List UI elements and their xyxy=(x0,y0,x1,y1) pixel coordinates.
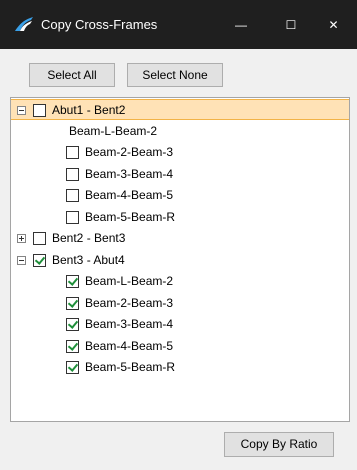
minimize-icon: — xyxy=(235,17,247,32)
tree-item-row[interactable]: Beam-L-Beam-2 xyxy=(11,271,349,292)
tree-item-row[interactable]: Beam-3-Beam-4 xyxy=(11,314,349,335)
checkbox-checked[interactable] xyxy=(66,318,79,331)
tree-item-label: Beam-L-Beam-2 xyxy=(69,123,158,138)
tree-item-label: Abut1 - Bent2 xyxy=(52,103,126,117)
select-all-button[interactable]: Select All xyxy=(29,63,115,87)
checkbox-checked[interactable] xyxy=(66,275,79,288)
tree-item-row[interactable]: Beam-2-Beam-3 xyxy=(11,293,349,314)
tree-item-label: Beam-3-Beam-4 xyxy=(85,317,174,331)
tree-item-label: Beam-3-Beam-4 xyxy=(85,166,174,181)
maximize-button[interactable]: ☐ xyxy=(266,0,316,49)
tree-item-label: Bent2 - Bent3 xyxy=(52,231,126,245)
tree-item-row[interactable]: Beam-L-Beam-2 xyxy=(11,121,349,142)
tree-item-row[interactable]: Beam-3-Beam-4 xyxy=(11,164,349,185)
collapse-minus-icon[interactable] xyxy=(17,255,26,265)
checkbox-unchecked[interactable] xyxy=(66,146,79,159)
tree-item-label: Beam-4-Beam-5 xyxy=(85,338,174,353)
checkbox-checked[interactable] xyxy=(66,339,79,353)
tree-item-label: Beam-2-Beam-3 xyxy=(85,295,174,310)
collapse-minus-icon[interactable] xyxy=(17,106,26,115)
checkbox-unchecked[interactable] xyxy=(33,104,46,117)
checkbox-checked[interactable] xyxy=(33,253,46,267)
tree-item-label: Beam-5-Beam-R xyxy=(85,209,176,224)
cross-frames-tree[interactable]: Abut1 - Bent2 Beam-L-Beam-2 Beam-2-Beam-3 B… xyxy=(10,97,350,422)
checkbox-unchecked[interactable] xyxy=(33,232,46,245)
title-bar: Copy Cross-Frames — ☐ ✕ xyxy=(0,0,357,49)
tree-item-label: Beam-4-Beam-5 xyxy=(85,188,174,202)
tree-item-label: Beam-5-Beam-R xyxy=(85,360,176,374)
tree-item-row[interactable]: Beam-5-Beam-R xyxy=(11,357,349,378)
tree-group-row[interactable]: Bent3 - Abut4 xyxy=(11,250,349,271)
checkbox-checked[interactable] xyxy=(66,361,79,374)
close-button[interactable]: ✕ xyxy=(310,0,357,49)
window-title: Copy Cross-Frames xyxy=(41,17,158,32)
maximize-icon: ☐ xyxy=(285,17,297,32)
checkbox-unchecked[interactable] xyxy=(66,167,79,181)
minimize-button[interactable]: — xyxy=(216,0,266,49)
checkbox-checked[interactable] xyxy=(66,296,79,310)
tree-item-row[interactable]: Beam-4-Beam-5 xyxy=(11,185,349,206)
checkbox-unchecked[interactable] xyxy=(66,210,79,224)
tree-group-row[interactable]: Abut1 - Bent2 xyxy=(11,99,349,120)
app-logo-icon xyxy=(15,17,33,31)
tree-item-row[interactable]: Beam-4-Beam-5 xyxy=(11,336,349,357)
tree-item-label: Beam-L-Beam-2 xyxy=(85,274,174,288)
tree-item-row[interactable]: Beam-5-Beam-R xyxy=(11,207,349,228)
select-none-button[interactable]: Select None xyxy=(127,63,223,87)
tree-group-row[interactable]: Bent2 - Bent3 xyxy=(11,228,349,249)
expand-plus-icon[interactable] xyxy=(17,234,26,243)
checkbox-unchecked[interactable] xyxy=(66,189,79,202)
close-icon: ✕ xyxy=(328,17,339,32)
copy-by-ratio-button[interactable]: Copy By Ratio xyxy=(224,432,334,457)
tree-item-label: Beam-2-Beam-3 xyxy=(85,145,174,159)
tree-item-label: Bent3 - Abut4 xyxy=(52,252,125,267)
tree-item-row[interactable]: Beam-2-Beam-3 xyxy=(11,142,349,163)
